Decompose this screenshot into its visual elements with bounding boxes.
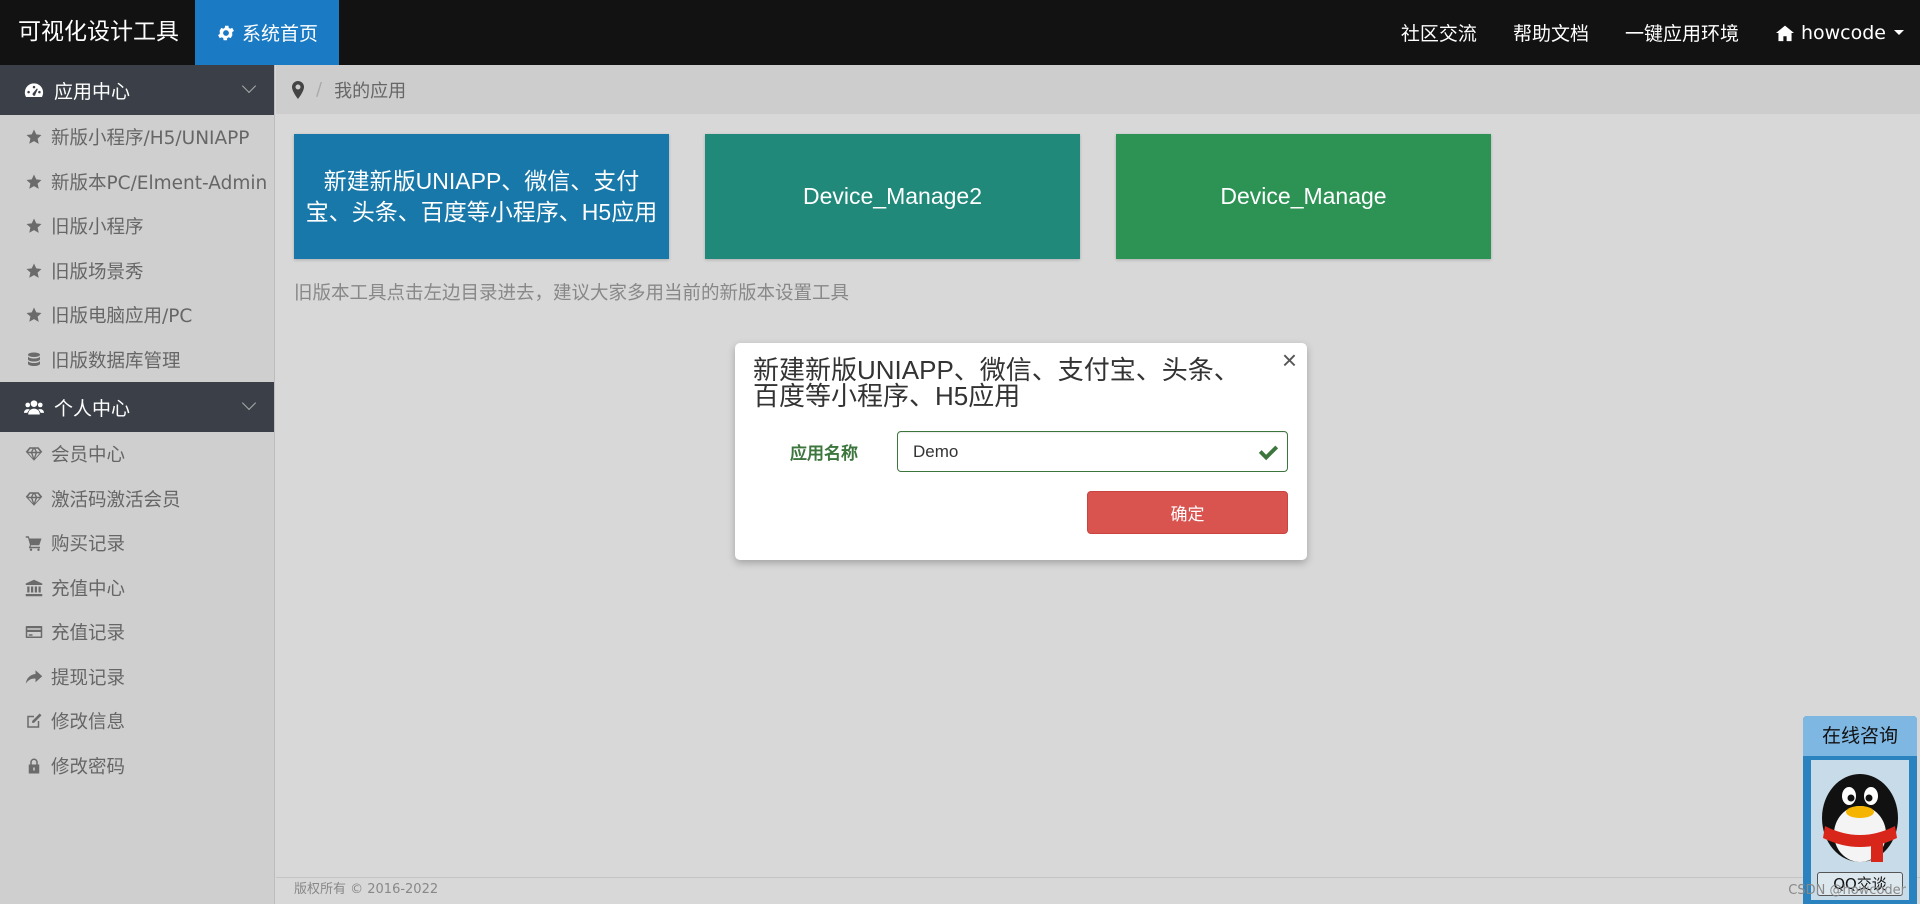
modal-title: 新建新版UNIAPP、微信、支付宝、头条、百度等小程序、H5应用 (753, 355, 1240, 411)
breadcrumb-separator: / (316, 79, 323, 100)
database-icon (25, 351, 43, 369)
app-card-device-manage[interactable]: Device_Manage (1116, 134, 1491, 259)
star-icon (25, 128, 43, 146)
top-navbar: 可视化设计工具 系统首页 社区交流 帮助文档 一键应用环境 howcode (0, 0, 1920, 65)
sidebar: 应用中心 新版小程序/H5/UNIAPP 新版本PC/Elment-Admin … (0, 65, 275, 904)
csdn-watermark: CSDN @howcoder (1788, 883, 1906, 898)
sidebar-item-label: 会员中心 (51, 445, 126, 467)
sidebar-item-old-scene[interactable]: 旧版场景秀 (0, 249, 274, 294)
nav-one-click-env[interactable]: 一键应用环境 (1625, 19, 1739, 46)
sidebar-item-label: 新版本PC/Elment-Admin (51, 172, 268, 194)
diamond-icon (25, 490, 43, 508)
system-home-label: 系统首页 (241, 23, 318, 45)
star-icon (25, 306, 43, 324)
star-icon (25, 173, 43, 191)
sidebar-item-label: 购买记录 (51, 534, 126, 556)
sidebar-item-old-database[interactable]: 旧版数据库管理 (0, 338, 274, 383)
qq-consult-widget[interactable]: 在线咨询 QQ交谈 (1803, 716, 1917, 904)
breadcrumb: / 我的应用 (276, 65, 1920, 114)
copyright-text: 版权所有 © 2016-2022 (294, 882, 439, 897)
create-app-modal: 新建新版UNIAPP、微信、支付宝、头条、百度等小程序、H5应用 × 应用名称 … (735, 343, 1307, 560)
qq-widget-title: 在线咨询 (1803, 716, 1917, 756)
close-icon[interactable]: × (1282, 345, 1297, 376)
map-marker-icon (292, 80, 304, 99)
section-title: 应用中心 (54, 80, 131, 103)
sidebar-item-recharge-center[interactable]: 充值中心 (0, 566, 274, 611)
section-title: 个人中心 (54, 397, 131, 420)
home-icon (1775, 25, 1794, 41)
sidebar-item-old-miniprogram[interactable]: 旧版小程序 (0, 204, 274, 249)
sidebar-item-recharge-records[interactable]: 充值记录 (0, 610, 274, 655)
sidebar-item-label: 旧版电脑应用/PC (51, 306, 193, 328)
sidebar-item-label: 充值中心 (51, 578, 126, 600)
user-name: howcode (1800, 21, 1886, 44)
chevron-down-icon (241, 78, 257, 94)
star-icon (25, 262, 43, 280)
sidebar-item-old-pc[interactable]: 旧版电脑应用/PC (0, 293, 274, 338)
sidebar-item-label: 修改信息 (51, 712, 126, 734)
app-card-device-manage2[interactable]: Device_Manage2 (705, 134, 1080, 259)
confirm-button[interactable]: 确定 (1087, 491, 1288, 534)
qq-penguin-icon (1822, 774, 1898, 862)
app-name-label: 应用名称 (790, 444, 858, 464)
nav-community[interactable]: 社区交流 (1401, 19, 1477, 46)
sidebar-item-label: 旧版场景秀 (51, 261, 144, 283)
sidebar-item-activation-code[interactable]: 激活码激活会员 (0, 477, 274, 522)
sidebar-item-new-pc[interactable]: 新版本PC/Elment-Admin (0, 160, 274, 205)
users-icon (24, 400, 44, 415)
sidebar-item-label: 提现记录 (51, 667, 126, 689)
sidebar-item-label: 充值记录 (51, 623, 126, 645)
brand-title[interactable]: 可视化设计工具 (0, 0, 195, 65)
sidebar-section-app-center[interactable]: 应用中心 (0, 65, 274, 115)
cart-icon (25, 534, 43, 552)
gear-icon (218, 25, 234, 40)
user-menu[interactable]: howcode (1775, 22, 1904, 44)
sidebar-item-label: 新版小程序/H5/UNIAPP (51, 128, 250, 150)
app-name-input[interactable] (897, 431, 1288, 472)
sidebar-item-label: 旧版小程序 (51, 217, 144, 239)
diamond-icon (25, 445, 43, 463)
credit-card-icon (25, 623, 43, 641)
nav-help-docs[interactable]: 帮助文档 (1513, 19, 1589, 46)
bank-icon (25, 579, 43, 597)
sidebar-item-label: 旧版数据库管理 (51, 350, 181, 372)
sidebar-item-withdraw-records[interactable]: 提现记录 (0, 655, 274, 700)
sidebar-item-label: 修改密码 (51, 756, 126, 778)
sidebar-section-personal-center[interactable]: 个人中心 (0, 382, 274, 432)
sidebar-item-new-miniprogram[interactable]: 新版小程序/H5/UNIAPP (0, 115, 274, 160)
old-version-note: 旧版本工具点击左边目录进去，建议大家多用当前的新版本设置工具 (294, 283, 850, 304)
dashboard-icon (24, 83, 44, 97)
footer: 版权所有 © 2016-2022 (276, 877, 1920, 904)
sidebar-item-purchase-records[interactable]: 购买记录 (0, 521, 274, 566)
system-home-tab[interactable]: 系统首页 (195, 0, 339, 65)
edit-icon (25, 712, 43, 730)
share-icon (25, 668, 43, 686)
breadcrumb-current: 我的应用 (334, 80, 407, 102)
chevron-down-icon (241, 395, 257, 411)
sidebar-item-change-password[interactable]: 修改密码 (0, 744, 274, 789)
star-icon (25, 217, 43, 235)
check-icon (1258, 445, 1279, 461)
sidebar-item-edit-info[interactable]: 修改信息 (0, 699, 274, 744)
caret-down-icon (1894, 30, 1904, 35)
top-nav-links: 社区交流 帮助文档 一键应用环境 howcode (1401, 0, 1920, 65)
new-app-card[interactable]: 新建新版UNIAPP、微信、支付宝、头条、百度等小程序、H5应用 (294, 134, 669, 259)
lock-icon (25, 757, 43, 775)
sidebar-item-member-center[interactable]: 会员中心 (0, 432, 274, 477)
sidebar-item-label: 激活码激活会员 (51, 489, 181, 511)
